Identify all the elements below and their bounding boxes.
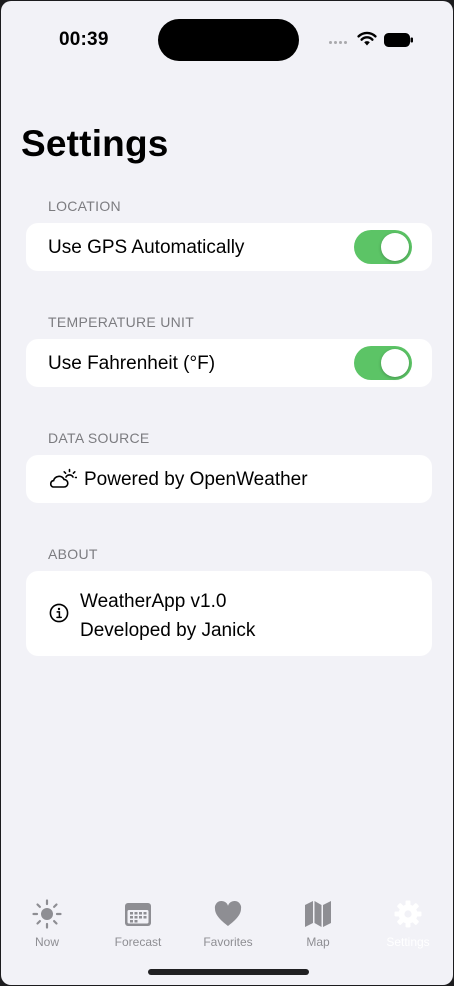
tab-settings[interactable]: Settings xyxy=(363,891,453,949)
tab-now[interactable]: Now xyxy=(2,891,92,949)
tab-favorites[interactable]: Favorites xyxy=(183,891,273,949)
home-indicator xyxy=(148,969,309,975)
tab-bar: Now Forecast Favorites Map Settings xyxy=(1,891,453,961)
wifi-icon xyxy=(357,31,377,46)
sun-icon xyxy=(32,899,62,929)
tab-label: Map xyxy=(306,935,330,949)
tab-label: Favorites xyxy=(203,935,253,949)
phone-screen: 00:39 Settings LOCATION Use GPS Automati… xyxy=(1,1,453,985)
app-version-text: WeatherApp v1.0 xyxy=(80,591,227,612)
section-header-about: ABOUT xyxy=(48,546,98,562)
gps-toggle-label: Use GPS Automatically xyxy=(48,237,245,258)
gear-icon xyxy=(394,900,422,928)
page-title: Settings xyxy=(21,123,169,164)
tab-forecast[interactable]: Forecast xyxy=(93,891,183,949)
status-time: 00:39 xyxy=(59,29,109,50)
tab-label: Forecast xyxy=(114,935,162,949)
toggle-knob xyxy=(381,349,409,377)
tab-label: Settings xyxy=(386,935,430,949)
battery-icon xyxy=(384,33,413,47)
section-header-temperature: TEMPERATURE UNIT xyxy=(48,314,195,330)
data-source-label: Powered by OpenWeather xyxy=(84,469,308,490)
section-header-location: LOCATION xyxy=(48,198,121,214)
fahrenheit-toggle[interactable] xyxy=(354,346,412,380)
dynamic-island xyxy=(158,19,299,61)
toggle-knob xyxy=(381,233,409,261)
map-icon xyxy=(305,901,331,927)
section-header-data-source: DATA SOURCE xyxy=(48,430,150,446)
cloud-sun-icon xyxy=(49,468,77,488)
tab-label: Now xyxy=(34,935,59,949)
cellular-signal-icon xyxy=(329,41,347,44)
heart-icon xyxy=(214,900,242,926)
about-card: WeatherApp v1.0 Developed by Janick xyxy=(26,571,432,656)
location-card: Use GPS Automatically xyxy=(26,223,432,271)
tab-map[interactable]: Map xyxy=(273,891,363,949)
gps-toggle[interactable] xyxy=(354,230,412,264)
info-circle-icon xyxy=(49,603,69,623)
data-source-card: Powered by OpenWeather xyxy=(26,455,432,503)
calendar-icon xyxy=(125,903,151,926)
developer-text: Developed by Janick xyxy=(80,620,256,641)
temperature-card: Use Fahrenheit (°F) xyxy=(26,339,432,387)
fahrenheit-toggle-label: Use Fahrenheit (°F) xyxy=(48,353,216,374)
